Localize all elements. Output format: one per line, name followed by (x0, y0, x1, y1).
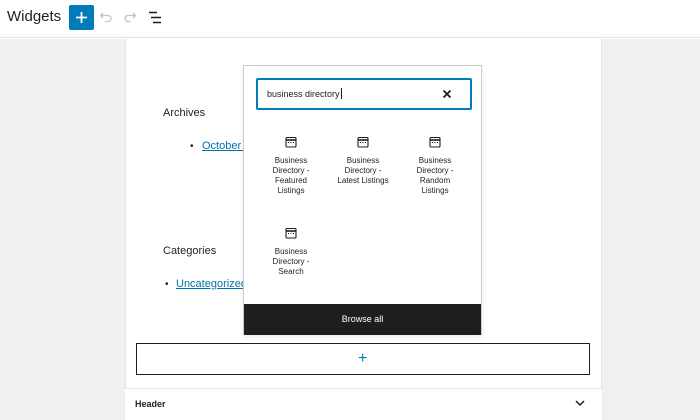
block-result-label: Directory - (272, 257, 310, 266)
calendar-icon (429, 136, 441, 148)
browse-all-button[interactable]: Browse all (244, 304, 481, 335)
block-result-latest-listings[interactable]: Business Directory - Latest Listings (327, 136, 399, 186)
block-result-random-listings[interactable]: Business Directory - Random Listings (399, 136, 471, 196)
close-icon[interactable] (441, 88, 453, 100)
categories-link[interactable]: Uncategorized (176, 278, 247, 290)
list-bullet: • (190, 141, 194, 152)
block-inserter-popover: business directory Business Directory - … (243, 65, 482, 335)
block-result-label: Featured (274, 176, 308, 185)
add-block-button[interactable]: + (136, 343, 590, 375)
categories-heading: Categories (163, 245, 217, 257)
calendar-icon (357, 136, 369, 148)
block-result-search[interactable]: Business Directory - Search (255, 227, 327, 277)
add-block-toggle-button[interactable] (69, 5, 94, 30)
list-view-icon[interactable] (148, 11, 162, 24)
block-result-label: Business (346, 156, 380, 165)
top-toolbar: Widgets (0, 0, 700, 38)
redo-icon[interactable] (123, 10, 137, 24)
calendar-icon (285, 227, 297, 239)
block-result-label: Directory - (416, 166, 454, 175)
text-caret (340, 88, 342, 99)
chevron-down-icon (575, 400, 585, 407)
archives-heading: Archives (163, 107, 206, 119)
block-result-label: Directory - (344, 166, 382, 175)
block-result-label: Directory - (272, 166, 310, 175)
block-search-input[interactable]: business directory (256, 78, 472, 110)
undo-icon[interactable] (99, 10, 113, 24)
page-title: Widgets (7, 8, 62, 25)
block-result-featured-listings[interactable]: Business Directory - Featured Listings (255, 136, 327, 196)
header-panel-label: Header (135, 399, 166, 409)
plus-icon (76, 12, 87, 23)
plus-icon: + (358, 350, 368, 367)
search-value: business directory (267, 88, 342, 99)
block-result-label: Business (418, 156, 452, 165)
block-result-label: Random (419, 176, 451, 185)
block-result-label: Business (274, 247, 308, 256)
calendar-icon (285, 136, 297, 148)
list-bullet: • (165, 279, 169, 290)
block-result-label: Latest Listings (337, 176, 389, 185)
header-widget-area-panel[interactable]: Header (125, 388, 602, 420)
block-result-label: Listings (421, 186, 449, 195)
block-result-label: Search (278, 267, 304, 276)
block-result-label: Listings (277, 186, 305, 195)
block-result-label: Business (274, 156, 308, 165)
